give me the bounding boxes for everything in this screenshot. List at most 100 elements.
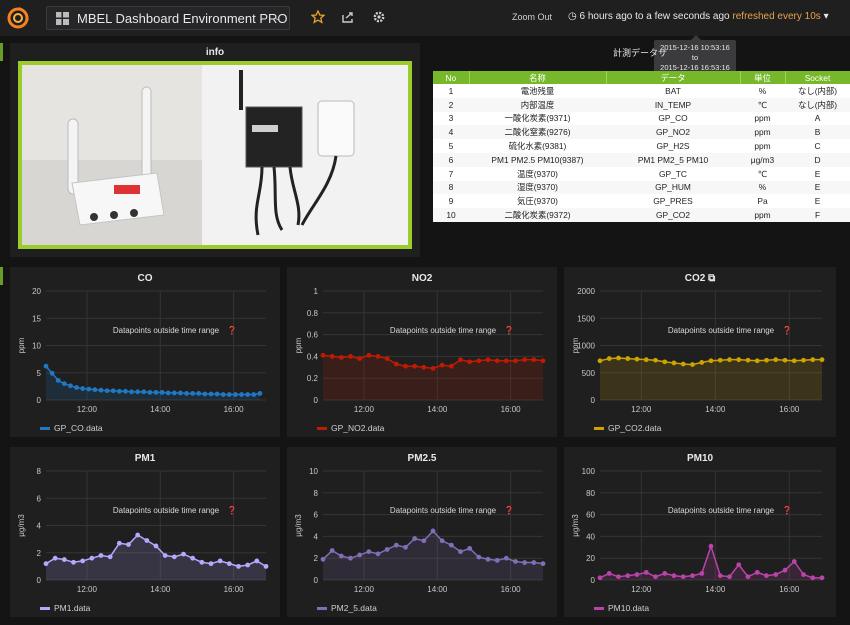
data-point[interactable] bbox=[348, 555, 353, 561]
data-point[interactable] bbox=[49, 370, 55, 376]
data-point[interactable] bbox=[236, 563, 241, 569]
data-point[interactable] bbox=[819, 357, 825, 363]
data-point[interactable] bbox=[43, 561, 49, 567]
data-point[interactable] bbox=[104, 388, 110, 394]
data-point[interactable] bbox=[708, 358, 714, 364]
data-point[interactable] bbox=[196, 391, 202, 396]
data-point[interactable] bbox=[616, 355, 621, 361]
data-point[interactable] bbox=[754, 569, 760, 575]
data-point[interactable] bbox=[153, 389, 159, 395]
data-point[interactable] bbox=[245, 392, 251, 397]
table-header-cell[interactable]: データ bbox=[606, 71, 741, 84]
row-collapse-marker[interactable] bbox=[0, 267, 3, 285]
data-point[interactable] bbox=[540, 358, 546, 364]
data-point[interactable] bbox=[531, 560, 537, 565]
data-point[interactable] bbox=[764, 573, 769, 579]
data-point[interactable] bbox=[393, 542, 399, 548]
data-point[interactable] bbox=[448, 542, 454, 548]
data-point[interactable] bbox=[366, 549, 372, 555]
data-point[interactable] bbox=[89, 555, 95, 561]
graph-panel-co2[interactable]: CO2 ⧉ 0 500 1000 1500 2000 12:00 14:00 16:00 ppm D… bbox=[564, 267, 836, 437]
data-point[interactable] bbox=[513, 358, 518, 364]
data-point[interactable] bbox=[597, 358, 603, 364]
data-point[interactable] bbox=[690, 573, 695, 579]
data-point[interactable] bbox=[123, 388, 128, 394]
data-point[interactable] bbox=[634, 572, 640, 577]
data-point[interactable] bbox=[494, 557, 500, 563]
data-point[interactable] bbox=[773, 572, 779, 577]
data-point[interactable] bbox=[403, 363, 408, 369]
table-header-cell[interactable]: 名称 bbox=[469, 71, 607, 84]
gear-icon[interactable] bbox=[372, 10, 386, 24]
data-point[interactable] bbox=[217, 558, 223, 564]
legend-item[interactable]: GP_NO2.data bbox=[317, 423, 384, 433]
data-point[interactable] bbox=[98, 553, 104, 558]
data-point[interactable] bbox=[412, 536, 418, 541]
data-point[interactable] bbox=[68, 383, 73, 389]
share-icon[interactable] bbox=[341, 10, 355, 24]
data-point[interactable] bbox=[338, 355, 344, 360]
data-point[interactable] bbox=[745, 574, 751, 580]
data-point[interactable] bbox=[680, 361, 686, 367]
data-point[interactable] bbox=[764, 357, 769, 363]
data-point[interactable] bbox=[662, 571, 668, 576]
data-point[interactable] bbox=[126, 542, 131, 547]
zoom-out-button[interactable]: Zoom Out bbox=[512, 12, 552, 22]
graph-panel-pm1[interactable]: PM1 0 2 4 6 8 12:00 14:00 16:00 μg/m3 Datapoints o… bbox=[10, 447, 280, 617]
data-point[interactable] bbox=[819, 575, 825, 581]
data-point[interactable] bbox=[690, 362, 695, 367]
data-point[interactable] bbox=[671, 360, 677, 366]
data-point[interactable] bbox=[348, 354, 353, 359]
data-point[interactable] bbox=[597, 575, 603, 581]
data-point[interactable] bbox=[801, 357, 806, 363]
data-point[interactable] bbox=[147, 389, 153, 395]
time-range-picker[interactable]: ◷ 6 hours ago to a few seconds ago refre… bbox=[568, 11, 829, 22]
data-point[interactable] bbox=[522, 560, 528, 565]
data-point[interactable] bbox=[384, 547, 390, 552]
data-point[interactable] bbox=[202, 391, 208, 397]
data-point[interactable] bbox=[110, 388, 116, 394]
data-point[interactable] bbox=[625, 573, 631, 579]
info-icon[interactable]: ❓ bbox=[504, 505, 514, 515]
data-point[interactable] bbox=[448, 363, 454, 369]
data-point[interactable] bbox=[107, 554, 113, 560]
data-point[interactable] bbox=[680, 574, 686, 580]
data-point[interactable] bbox=[171, 390, 177, 396]
info-icon[interactable]: ❓ bbox=[227, 505, 237, 515]
dashboard-picker[interactable]: MBEL Dashboard Environment PRO ⌄ bbox=[46, 6, 290, 30]
data-point[interactable] bbox=[531, 357, 537, 363]
graph-panel-co[interactable]: CO 0 5 10 15 20 12:00 14:00 16:00 ppm Datapoints o… bbox=[10, 267, 280, 437]
data-point[interactable] bbox=[439, 362, 445, 368]
data-point[interactable] bbox=[80, 386, 86, 391]
data-point[interactable] bbox=[254, 558, 260, 564]
data-point[interactable] bbox=[375, 551, 381, 557]
data-point[interactable] bbox=[61, 381, 67, 387]
data-point[interactable] bbox=[393, 361, 399, 367]
data-point[interactable] bbox=[503, 358, 509, 364]
data-point[interactable] bbox=[522, 357, 528, 363]
data-point[interactable] bbox=[439, 538, 445, 544]
data-point[interactable] bbox=[329, 548, 335, 553]
table-header-cell[interactable]: No bbox=[433, 71, 470, 84]
data-point[interactable] bbox=[606, 356, 612, 361]
data-point[interactable] bbox=[403, 544, 408, 550]
data-point[interactable] bbox=[625, 356, 631, 361]
data-point[interactable] bbox=[736, 357, 742, 363]
data-point[interactable] bbox=[55, 377, 61, 383]
data-point[interactable] bbox=[199, 559, 205, 565]
data-point[interactable] bbox=[178, 390, 183, 396]
data-point[interactable] bbox=[412, 363, 418, 369]
legend-item[interactable]: GP_CO2.data bbox=[594, 423, 661, 433]
data-point[interactable] bbox=[357, 356, 363, 361]
data-point[interactable] bbox=[736, 562, 742, 568]
data-point[interactable] bbox=[116, 388, 122, 394]
data-point[interactable] bbox=[467, 545, 473, 551]
info-icon[interactable]: ❓ bbox=[504, 325, 514, 335]
data-point[interactable] bbox=[616, 574, 621, 580]
data-point[interactable] bbox=[643, 569, 649, 575]
data-point[interactable] bbox=[71, 559, 76, 565]
grafana-logo-icon[interactable] bbox=[7, 7, 29, 29]
data-point[interactable] bbox=[52, 555, 58, 561]
data-point[interactable] bbox=[226, 561, 232, 567]
data-point[interactable] bbox=[226, 392, 232, 397]
